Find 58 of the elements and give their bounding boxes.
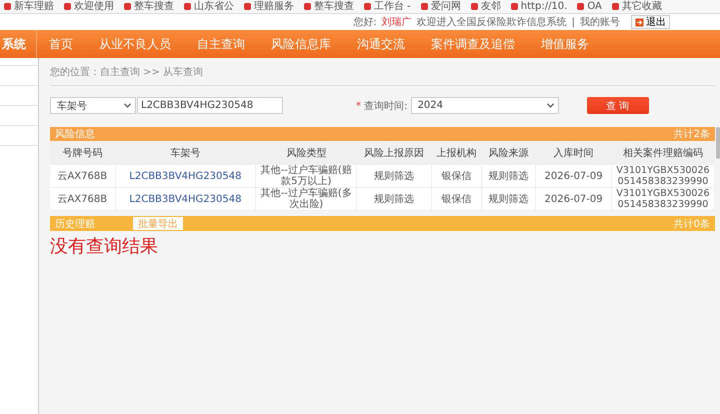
bookmark[interactable]: 新车理赔	[4, 0, 54, 12]
column-header: 号牌号码	[50, 141, 116, 165]
breadcrumb: 您的位置：自主查询 >> 从车查询	[50, 58, 715, 86]
bookmark[interactable]: 欢迎使用	[64, 0, 114, 12]
table-cell: V3101YGBX530026051458383239990	[612, 165, 714, 188]
table-cell: 2026-07-09	[536, 165, 612, 188]
logout-button[interactable]: 退出	[631, 15, 670, 29]
required-mark: *	[356, 100, 361, 112]
column-header: 入库时间	[536, 141, 612, 165]
caret-icon	[546, 103, 554, 108]
column-header: 相关案件理赔编码	[612, 141, 714, 165]
bookmark[interactable]: 整车搜查	[304, 0, 354, 12]
bookmark[interactable]: 理赔服务	[244, 0, 294, 12]
table-cell: 银保信	[431, 188, 482, 210]
time-label: * 查询时间:	[356, 100, 408, 112]
bookmark[interactable]: 友邻	[470, 0, 501, 12]
query-button[interactable]: 查 询	[586, 97, 649, 114]
bookmark[interactable]: 工作台 -	[364, 0, 411, 12]
bookmark[interactable]: 爱问网	[420, 0, 461, 12]
table-cell: 云AX768B	[50, 165, 116, 188]
vin-link[interactable]: L2CBB3BV4HG230548	[115, 188, 256, 210]
table-cell: 银保信	[431, 165, 482, 188]
table-cell: 规则筛选	[482, 165, 536, 188]
column-header: 上报机构	[431, 141, 482, 165]
table-cell: 云AX768B	[50, 188, 116, 210]
greeting-label: 您好:	[353, 16, 377, 29]
type-dropdown[interactable]: 车架号	[50, 97, 136, 114]
table-cell: 2026-07-09	[536, 188, 612, 210]
record-count: 共计2条	[674, 128, 710, 141]
bookmark[interactable]: OA	[577, 0, 602, 12]
table-cell: 其他--过户车骗赔(赔款5万以上)	[256, 165, 357, 188]
bookmark[interactable]: 整车搜查	[124, 0, 174, 12]
scrollbar	[716, 127, 720, 159]
caret-icon	[124, 103, 131, 108]
vin-input-field[interactable]: L2CBB3BV4HG230548	[137, 97, 283, 114]
welcome-text: 欢迎进入全国反保险欺诈信息系统	[416, 16, 567, 29]
panel-title: 风险信息	[55, 128, 95, 141]
account-link[interactable]: 我的账号	[580, 15, 620, 29]
bookmark[interactable]: 其它收藏	[612, 0, 662, 12]
column-header: 风险来源	[482, 141, 536, 165]
empty-message: 没有查询结果	[50, 235, 159, 258]
table-cell: 规则筛选	[356, 188, 432, 210]
record-count: 共计0条	[674, 218, 710, 230]
panel-title: 历史理赔	[55, 218, 95, 230]
user-name: 刘瑞广	[382, 16, 412, 29]
table-cell: V3101YGBX530026051458383239990	[612, 188, 714, 210]
time-dropdown[interactable]: 2024	[410, 97, 559, 114]
table-cell: 规则筛选	[482, 188, 536, 210]
table-cell: 其他--过户车骗赔(多次出险)	[256, 188, 357, 210]
exit-icon	[635, 18, 644, 26]
column-header: 车架号	[115, 141, 256, 165]
table-cell: 规则筛选	[356, 165, 432, 188]
bookmark[interactable]: 山东省公	[184, 0, 234, 12]
separator: |	[572, 16, 575, 28]
column-header: 风险上报原因	[356, 141, 432, 165]
bookmark[interactable]: http://10.	[510, 0, 568, 12]
column-header: 风险类型	[256, 141, 357, 165]
vin-link[interactable]: L2CBB3BV4HG230548	[115, 165, 256, 188]
